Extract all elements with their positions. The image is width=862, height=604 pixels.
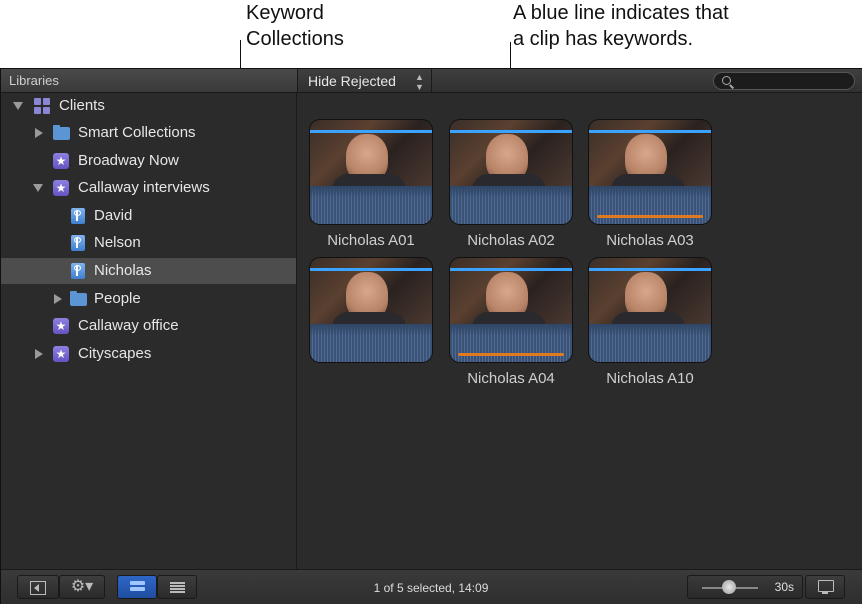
keyword-indicator-line <box>310 130 432 133</box>
sidebar-item-people[interactable]: People <box>1 286 296 312</box>
audio-waveform <box>310 324 432 362</box>
filmstrip-view-button[interactable] <box>117 575 157 599</box>
zoom-slider-knob[interactable] <box>722 580 736 594</box>
action-menu-button[interactable]: ⚙▾ <box>59 575 105 599</box>
folder-icon <box>70 291 87 306</box>
app-window: Libraries Hide Rejected ▲ ▼ Clients Smart… <box>0 68 862 604</box>
clip-appearance-button[interactable] <box>805 575 845 599</box>
sidebar-item-broadway-now[interactable]: ★ Broadway Now <box>1 148 296 174</box>
audio-waveform <box>589 186 711 224</box>
event-star-icon: ★ <box>53 318 69 334</box>
library-icon <box>34 98 50 114</box>
sidebar-item-label: People <box>94 290 141 307</box>
sidebar-item-nelson[interactable]: Nelson <box>1 230 296 256</box>
search-icon <box>722 76 731 85</box>
clip-thumbnail[interactable] <box>589 120 711 224</box>
keyword-indicator-line <box>310 268 432 271</box>
clip-thumbnail[interactable] <box>450 258 572 362</box>
keyword-collection-icon <box>71 235 85 251</box>
callout-keyword-collections-line2: Collections <box>246 28 344 50</box>
sidebar-item-label: Smart Collections <box>78 124 196 141</box>
audio-waveform <box>589 324 711 362</box>
gear-icon: ⚙▾ <box>70 578 94 595</box>
disclosure-triangle-icon[interactable] <box>33 184 43 192</box>
browser-header: Hide Rejected ▲ ▼ <box>297 69 862 93</box>
event-star-icon: ★ <box>53 153 69 169</box>
audio-waveform <box>310 186 432 224</box>
sidebar-item-label: Callaway office <box>78 317 179 334</box>
zoom-control[interactable]: 30s <box>687 575 803 599</box>
audio-waveform <box>450 186 572 224</box>
sidebar-toggle-button[interactable] <box>17 575 59 599</box>
sidebar-item-david[interactable]: David <box>1 203 296 229</box>
updown-arrows-icon: ▲ ▼ <box>415 72 424 92</box>
clip-name: Nicholas A04 <box>467 370 555 387</box>
sidebar-item-label: Callaway interviews <box>78 179 210 196</box>
clip-thumbnail[interactable] <box>310 258 432 362</box>
event-star-icon: ★ <box>53 346 69 362</box>
sidebar-item-label: Nicholas <box>94 262 152 279</box>
sidebar-item-cityscapes[interactable]: ★ Cityscapes <box>1 341 296 367</box>
sidebar-item-label: David <box>94 207 133 224</box>
callout-keyword-collections: Keyword Collections <box>246 0 344 52</box>
sidebar-item-label: Cityscapes <box>78 345 152 362</box>
keyword-indicator-line <box>450 130 572 133</box>
clip-name: Nicholas A01 <box>327 232 415 249</box>
selection-status: 1 of 5 selected, 14:09 <box>373 581 489 595</box>
clip-thumbnail[interactable] <box>310 120 432 224</box>
keyword-collection-icon <box>71 208 85 224</box>
clip-thumbnail[interactable] <box>450 120 572 224</box>
sidebar-item-smart-collections[interactable]: Smart Collections <box>1 120 296 146</box>
libraries-sidebar: Clients Smart Collections ★ Broadway Now… <box>1 93 297 569</box>
sidebar-item-callaway-office[interactable]: ★ Callaway office <box>1 313 296 339</box>
keyword-indicator-line <box>450 268 572 271</box>
event-star-icon: ★ <box>53 180 69 196</box>
disclosure-triangle-icon[interactable] <box>54 294 62 304</box>
search-field[interactable] <box>713 72 855 90</box>
disclosure-triangle-icon[interactable] <box>13 102 23 110</box>
clip-name: Nicholas A10 <box>606 370 694 387</box>
callout-keyword-collections-line1: Keyword <box>246 2 324 24</box>
keyword-collection-icon <box>71 263 85 279</box>
folder-icon <box>53 125 70 140</box>
sidebar-item-label: Clients <box>59 97 105 114</box>
libraries-header: Libraries <box>1 69 297 93</box>
clip-thumbnail[interactable] <box>589 258 711 362</box>
callout-blue-line-line2: a clip has keywords. <box>513 28 694 50</box>
keyword-indicator-line <box>589 130 711 133</box>
clip-filter-label: Hide Rejected <box>308 73 396 89</box>
zoom-duration-label: 30s <box>774 580 794 594</box>
callout-blue-line: A blue line indicates that a clip has ke… <box>513 0 729 52</box>
clip-name: Nicholas A02 <box>467 232 555 249</box>
rejected-range-line <box>597 215 703 218</box>
audio-waveform <box>450 324 572 362</box>
sidebar-item-label: Broadway Now <box>78 152 179 169</box>
list-view-button[interactable] <box>157 575 197 599</box>
sidebar-item-nicholas[interactable]: Nicholas <box>1 258 296 284</box>
callout-blue-line-line1: A blue line indicates that <box>513 2 729 24</box>
clip-name: Nicholas A03 <box>606 232 694 249</box>
bottom-toolbar: ⚙▾ 1 of 5 selected, 14:09 30s <box>1 569 862 604</box>
keyword-indicator-line <box>589 268 711 271</box>
sidebar-item-label: Nelson <box>94 234 141 251</box>
clip-browser: Nicholas A01 Nicholas A02 Nicholas A03 N… <box>297 93 862 569</box>
clip-filter-popup[interactable]: Hide Rejected ▲ ▼ <box>298 69 432 93</box>
disclosure-triangle-icon[interactable] <box>35 349 43 359</box>
sidebar-item-clients[interactable]: Clients <box>1 93 296 119</box>
rejected-range-line <box>458 353 564 356</box>
sidebar-item-callaway-interviews[interactable]: ★ Callaway interviews <box>1 175 296 201</box>
disclosure-triangle-icon[interactable] <box>35 128 43 138</box>
